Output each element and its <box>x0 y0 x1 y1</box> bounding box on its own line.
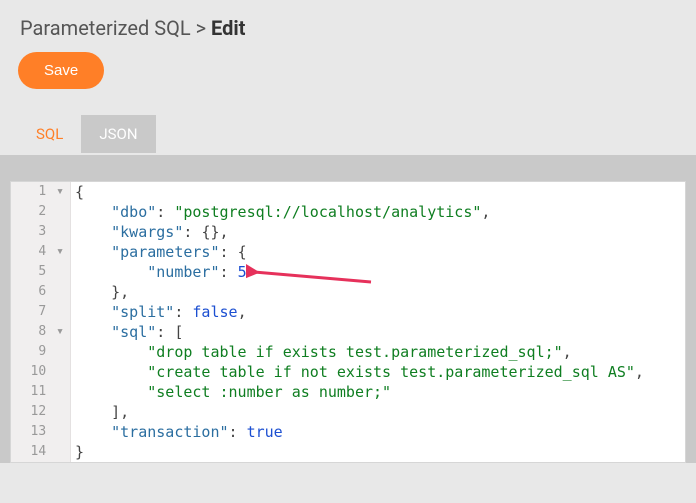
code-line[interactable]: 6 }, <box>11 282 685 302</box>
code-content[interactable]: "select :number as number;" <box>71 382 685 402</box>
code-content[interactable]: "number": 5 <box>71 262 685 282</box>
gutter-line-number: 1 ▾ <box>11 182 71 202</box>
code-content[interactable]: { <box>71 182 685 202</box>
code-line[interactable]: 3 "kwargs": {}, <box>11 222 685 242</box>
code-line[interactable]: 9 "drop table if exists test.parameteriz… <box>11 342 685 362</box>
code-content[interactable]: "split": false, <box>71 302 685 322</box>
code-content[interactable]: "parameters": { <box>71 242 685 262</box>
code-line[interactable]: 4 ▾ "parameters": { <box>11 242 685 262</box>
code-line[interactable]: 2 "dbo": "postgresql://localhost/analyti… <box>11 202 685 222</box>
save-button[interactable]: Save <box>18 52 104 89</box>
gutter-line-number: 4 ▾ <box>11 242 71 262</box>
code-content[interactable]: "create table if not exists test.paramet… <box>71 362 685 382</box>
fold-toggle-icon[interactable]: ▾ <box>54 182 64 202</box>
code-line[interactable]: 12 ], <box>11 402 685 422</box>
fold-toggle-icon[interactable]: ▾ <box>54 322 64 342</box>
gutter-line-number: 13 <box>11 422 71 442</box>
code-line[interactable]: 11 "select :number as number;" <box>11 382 685 402</box>
breadcrumb-sep: > <box>196 16 206 40</box>
gutter-line-number: 14 <box>11 442 71 462</box>
code-line[interactable]: 14 } <box>11 442 685 462</box>
gutter-line-number: 8 ▾ <box>11 322 71 342</box>
tabs-bar: SQLJSON <box>18 115 678 155</box>
code-line[interactable]: 13 "transaction": true <box>11 422 685 442</box>
tab-sql[interactable]: SQL <box>18 115 81 153</box>
code-content[interactable]: "drop table if exists test.parameterized… <box>71 342 685 362</box>
code-content[interactable]: } <box>71 442 685 462</box>
code-content[interactable]: "kwargs": {}, <box>71 222 685 242</box>
code-content[interactable]: }, <box>71 282 685 302</box>
code-line[interactable]: 1 ▾{ <box>11 182 685 202</box>
gutter-line-number: 7 <box>11 302 71 322</box>
code-editor[interactable]: 1 ▾{2 "dbo": "postgresql://localhost/ana… <box>10 181 686 463</box>
breadcrumb-current: Edit <box>211 16 245 40</box>
breadcrumb: Parameterized SQL > Edit <box>20 16 678 40</box>
code-line[interactable]: 5 "number": 5 <box>11 262 685 282</box>
gutter-line-number: 2 <box>11 202 71 222</box>
code-line[interactable]: 10 "create table if not exists test.para… <box>11 362 685 382</box>
gutter-line-number: 12 <box>11 402 71 422</box>
gutter-line-number: 9 <box>11 342 71 362</box>
code-line[interactable]: 8 ▾ "sql": [ <box>11 322 685 342</box>
gutter-line-number: 6 <box>11 282 71 302</box>
code-content[interactable]: ], <box>71 402 685 422</box>
gutter-line-number: 5 <box>11 262 71 282</box>
tab-json[interactable]: JSON <box>81 115 155 153</box>
code-content[interactable]: "dbo": "postgresql://localhost/analytics… <box>71 202 685 222</box>
gutter-line-number: 10 <box>11 362 71 382</box>
code-line[interactable]: 7 "split": false, <box>11 302 685 322</box>
code-content[interactable]: "transaction": true <box>71 422 685 442</box>
editor-container: 1 ▾{2 "dbo": "postgresql://localhost/ana… <box>0 155 696 463</box>
gutter-line-number: 11 <box>11 382 71 402</box>
gutter-line-number: 3 <box>11 222 71 242</box>
code-content[interactable]: "sql": [ <box>71 322 685 342</box>
fold-toggle-icon[interactable]: ▾ <box>54 242 64 262</box>
breadcrumb-parent[interactable]: Parameterized SQL <box>20 16 191 40</box>
